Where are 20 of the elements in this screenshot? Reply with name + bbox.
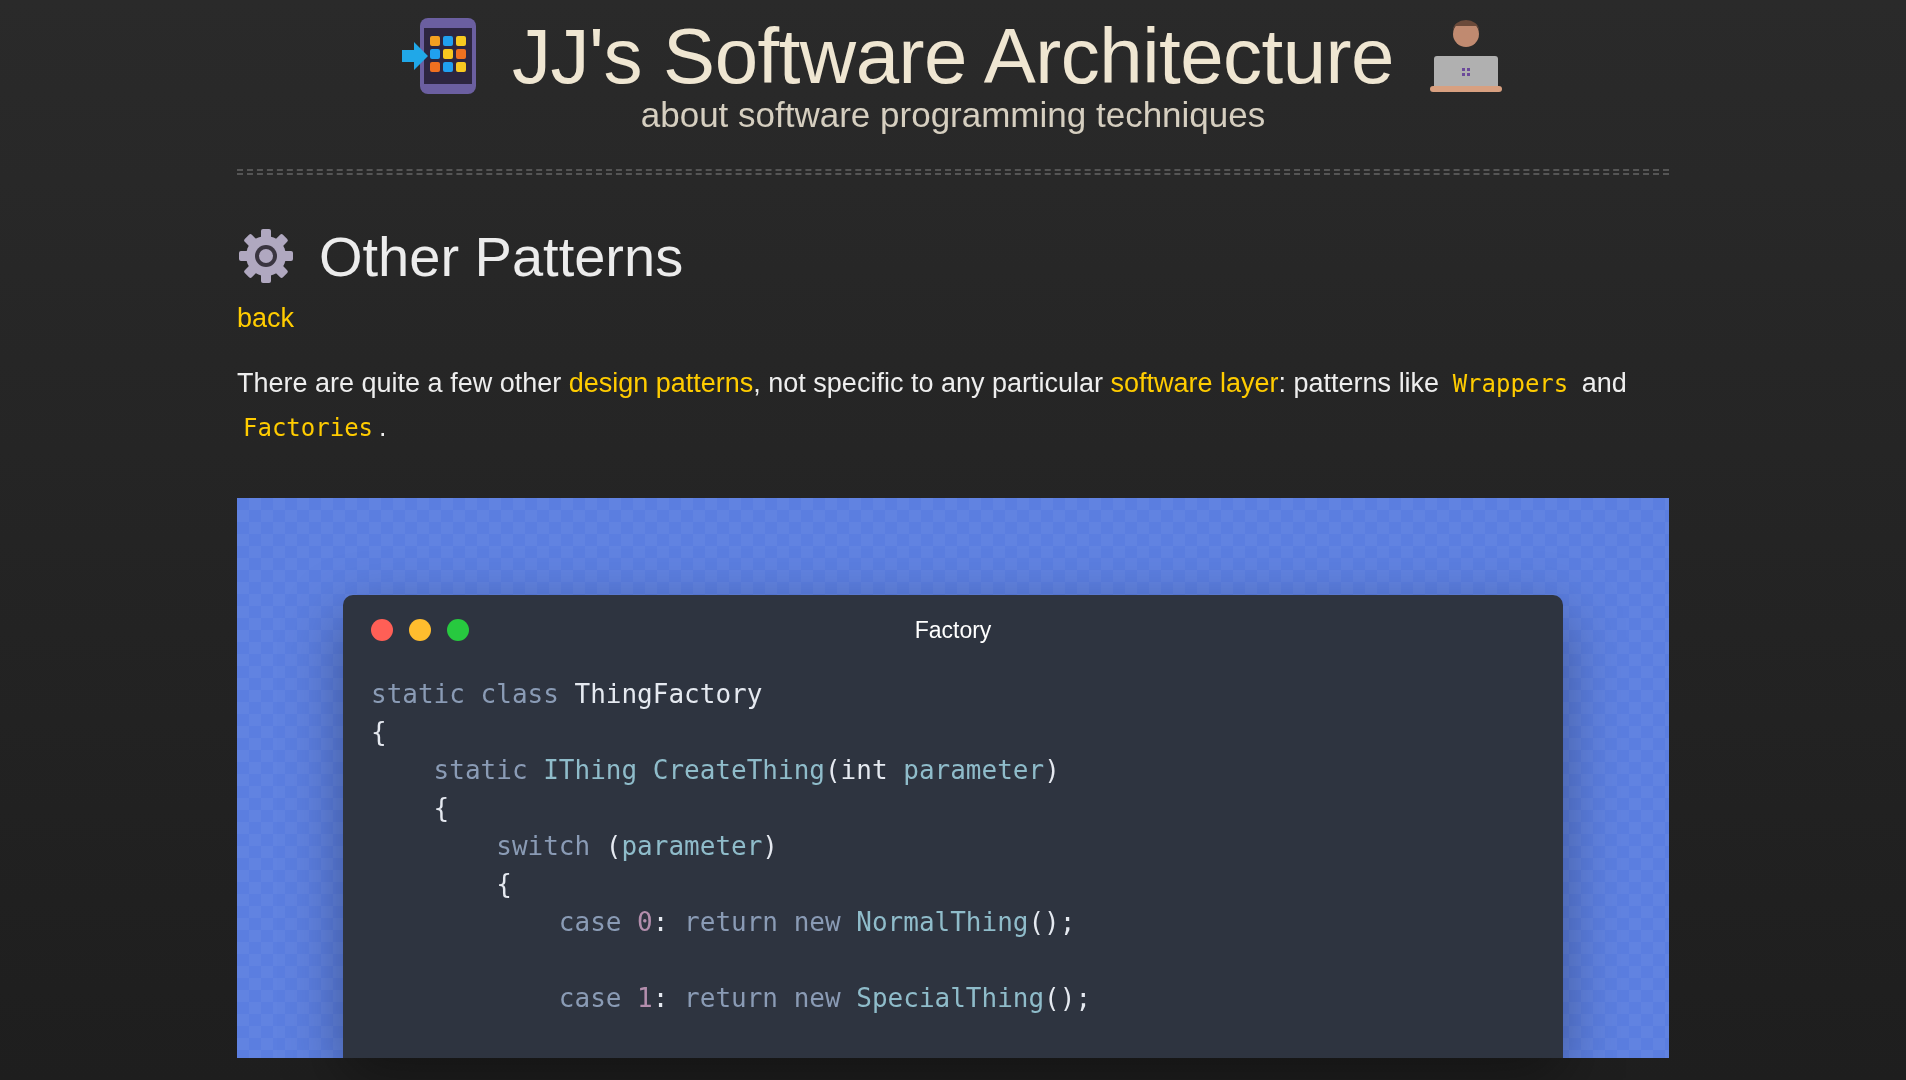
code-line: static IThing CreateThing(int parameter) bbox=[432, 754, 1061, 788]
maximize-dot bbox=[447, 619, 469, 642]
code-line: case 0: return new NormalThing(); bbox=[557, 906, 1077, 940]
close-dot bbox=[371, 619, 393, 642]
text-link[interactable]: design patterns bbox=[568, 368, 754, 399]
code-line: { bbox=[432, 792, 451, 826]
text-link[interactable]: software layer bbox=[1110, 368, 1279, 399]
code-line: static class ThingFactory bbox=[371, 678, 764, 712]
code-line: case 1: return new SpecialThing(); bbox=[557, 982, 1093, 1016]
code-line: switch (parameter) bbox=[495, 830, 779, 864]
site-subtitle: about software programming techniques bbox=[639, 96, 1267, 135]
back-link[interactable]: back bbox=[237, 297, 295, 339]
gear-icon bbox=[237, 227, 295, 286]
window-title: Factory bbox=[914, 615, 992, 645]
intro-paragraph: There are quite a few other design patterns, not specific to any particular software layer: patterns like Wrappers and Factories . bbox=[237, 367, 1628, 445]
code-line: { bbox=[371, 716, 388, 750]
minimize-dot bbox=[409, 619, 431, 642]
code-line: { bbox=[495, 868, 513, 902]
site-title: JJ's Software Architecture bbox=[512, 17, 1394, 95]
page-heading: Other Patterns bbox=[319, 223, 684, 290]
